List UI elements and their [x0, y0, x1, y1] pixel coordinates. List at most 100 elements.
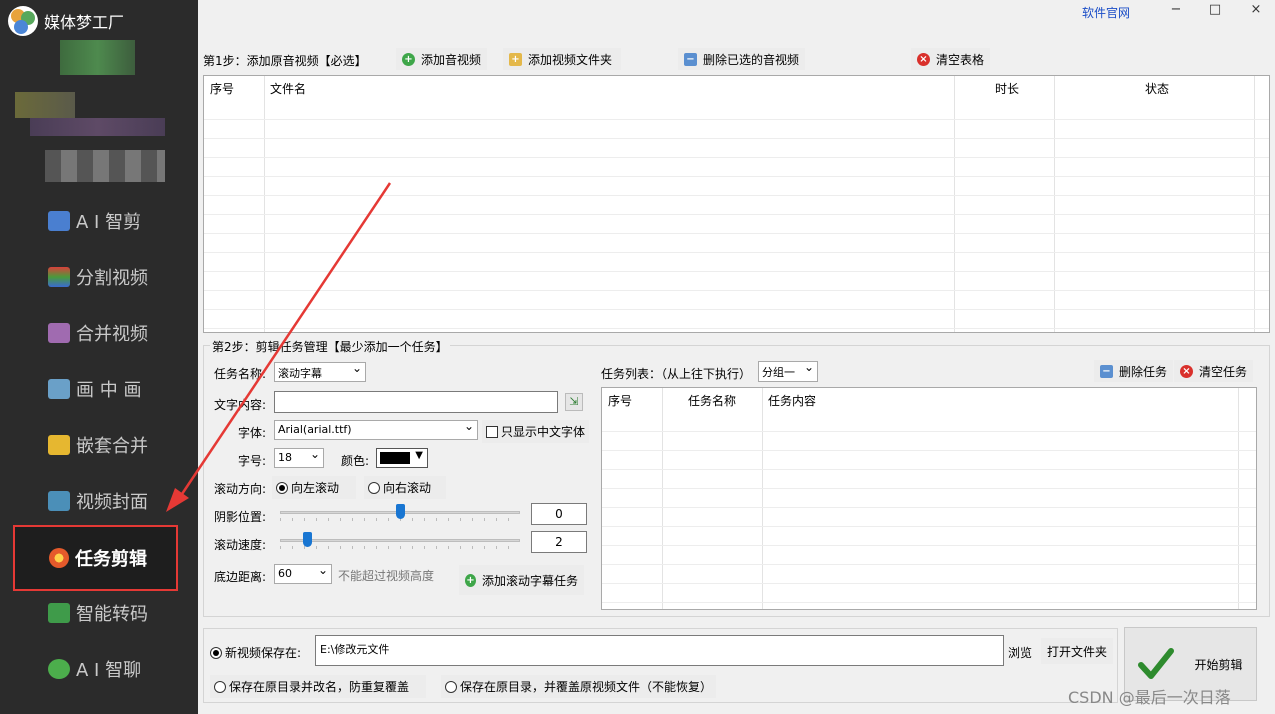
button-label: 添加滚动字幕任务 — [481, 573, 578, 588]
chinese-only-checkbox[interactable]: 只显示中文字体 — [482, 420, 590, 443]
col-duration[interactable]: 时长 — [989, 76, 1019, 104]
task-list-label: 任务列表：（从上往下执行） — [601, 367, 752, 381]
nav-label: A I 智剪 — [76, 212, 142, 233]
ai-cut-icon — [48, 211, 70, 231]
add-av-button[interactable]: + 添加音视频 — [396, 48, 488, 70]
text-label: 文字内容: — [214, 398, 267, 412]
add-folder-button[interactable]: + 添加视频文件夹 — [503, 48, 621, 70]
slider-thumb[interactable] — [303, 532, 313, 547]
col-task-name[interactable]: 任务名称 — [682, 388, 736, 416]
website-link[interactable]: 软件官网 — [1082, 4, 1130, 21]
plus-icon: + — [402, 52, 415, 66]
ai-chat-icon — [48, 659, 70, 679]
browse-button[interactable]: 浏览 — [1008, 644, 1032, 661]
table-header: 序号 文件名 时长 状态 — [204, 76, 1269, 104]
app-logo — [8, 6, 38, 36]
av-file-table[interactable]: 序号 文件名 时长 状态 — [203, 75, 1270, 333]
nav-ai-chat[interactable]: A I 智聊 — [0, 641, 198, 697]
video-cover-icon — [48, 491, 70, 511]
size-label: 字号: — [238, 454, 267, 468]
nav-ai-cut[interactable]: A I 智剪 — [0, 193, 198, 249]
sidebar: 媒体梦工厂 A I 智剪 分割视频 合并视频 画 中 画 嵌套合并 视频封面 任… — [0, 0, 198, 714]
button-label: 清空表格 — [936, 52, 985, 67]
blurred-account-info — [60, 40, 135, 75]
clear-table-button[interactable]: × 清空表格 — [911, 48, 991, 70]
color-swatch — [380, 452, 410, 464]
save-overwrite-radio[interactable]: 保存在原目录，并覆盖原视频文件（不能恢复） — [441, 675, 717, 698]
bottom-margin-hint: 不能超过视频高度 — [338, 569, 435, 583]
col-index[interactable]: 序号 — [602, 388, 632, 416]
chevron-down-icon: ▼ — [415, 450, 423, 461]
step2-title: 第2步：剪辑任务管理【最少添加一个任务】 — [210, 338, 450, 355]
save-new-radio[interactable]: 新视频保存在: — [210, 644, 301, 661]
text-content-input[interactable] — [274, 391, 558, 413]
task-list-table[interactable]: 序号 任务名称 任务内容 — [601, 387, 1257, 610]
app-title: 媒体梦工厂 — [8, 6, 124, 36]
nav-split-video[interactable]: 分割视频 — [0, 249, 198, 305]
scroll-left-radio[interactable]: 向左滚动 — [272, 476, 356, 499]
shadow-slider[interactable] — [280, 503, 520, 521]
open-folder-button[interactable]: 打开文件夹 — [1041, 638, 1114, 664]
task-name-select[interactable]: 滚动字幕 — [274, 361, 366, 382]
bottom-margin-select[interactable]: 60 — [274, 563, 332, 584]
button-label: 清空任务 — [1199, 364, 1248, 379]
speed-value-input[interactable]: 2 — [531, 531, 587, 553]
nav-task-edit[interactable]: 任务剪辑 — [13, 525, 178, 591]
direction-label: 滚动方向: — [214, 482, 267, 496]
nav-merge-video[interactable]: 合并视频 — [0, 305, 198, 361]
save-rename-radio[interactable]: 保存在原目录并改名，防重复覆盖 — [210, 675, 426, 698]
font-select[interactable]: Arial(arial.ttf) — [274, 419, 478, 440]
nav-label: 嵌套合并 — [76, 436, 148, 457]
folder-icon: + — [509, 52, 522, 66]
shadow-value-input[interactable]: 0 — [531, 503, 587, 525]
nav-picture-in-picture[interactable]: 画 中 画 — [0, 361, 198, 417]
speed-slider[interactable] — [280, 531, 520, 549]
scroll-right-radio[interactable]: 向右滚动 — [364, 476, 446, 499]
checkbox-box — [486, 426, 498, 438]
delete-file-icon: − — [684, 52, 697, 66]
nav-label: 分割视频 — [76, 268, 148, 289]
nav-video-cover[interactable]: 视频封面 — [0, 473, 198, 529]
radio-dot — [210, 647, 222, 659]
bottom-margin-label: 底边距离: — [214, 570, 267, 584]
split-video-icon — [48, 267, 70, 287]
col-task-content[interactable]: 任务内容 — [762, 388, 816, 416]
nav-label: 任务剪辑 — [75, 549, 147, 570]
col-status[interactable]: 状态 — [1139, 76, 1169, 104]
add-scroll-task-button[interactable]: + 添加滚动字幕任务 — [459, 565, 584, 595]
nav-label: 智能转码 — [76, 604, 148, 625]
clear-task-button[interactable]: × 清空任务 — [1174, 360, 1254, 382]
slider-thumb[interactable] — [395, 504, 405, 519]
button-label: 开始剪辑 — [1194, 657, 1243, 672]
delete-task-button[interactable]: − 删除任务 — [1094, 360, 1174, 382]
minimize-button[interactable]: − — [1164, 2, 1188, 22]
save-path-input[interactable]: E:\修改元文件 — [315, 635, 1004, 666]
radio-dot — [276, 482, 288, 494]
close-button[interactable]: × — [1244, 2, 1268, 22]
col-filename[interactable]: 文件名 — [264, 76, 306, 104]
maximize-button[interactable]: □ — [1203, 2, 1227, 22]
flower-icon — [49, 548, 69, 568]
delete-file-icon: − — [1100, 364, 1113, 378]
font-label: 字体: — [238, 426, 267, 440]
text-import-icon[interactable]: ⇲ — [565, 393, 583, 411]
button-label: 添加音视频 — [421, 52, 482, 67]
radio-dot — [368, 482, 380, 494]
button-label: 添加视频文件夹 — [528, 52, 613, 67]
delete-selected-button[interactable]: − 删除已选的音视频 — [678, 48, 806, 70]
radio-label: 保存在原目录，并覆盖原视频文件（不能恢复） — [460, 680, 713, 694]
font-size-select[interactable]: 18 — [274, 447, 324, 468]
checkmark-icon — [1138, 648, 1175, 679]
nav-nested-merge[interactable]: 嵌套合并 — [0, 417, 198, 473]
table-header: 序号 任务名称 任务内容 — [602, 388, 1256, 416]
button-label: 打开文件夹 — [1047, 644, 1108, 659]
color-picker[interactable]: ▼ — [376, 448, 428, 468]
radio-dot — [214, 681, 226, 693]
blurred-account-info — [15, 92, 75, 118]
radio-label: 新视频保存在: — [225, 646, 302, 660]
nav-smart-transcode[interactable]: 智能转码 — [0, 585, 198, 641]
app-name: 媒体梦工厂 — [44, 13, 125, 32]
group-select[interactable]: 分组一 — [758, 360, 818, 382]
col-index[interactable]: 序号 — [204, 76, 234, 104]
watermark: CSDN @最后一次日落 — [1068, 688, 1231, 707]
